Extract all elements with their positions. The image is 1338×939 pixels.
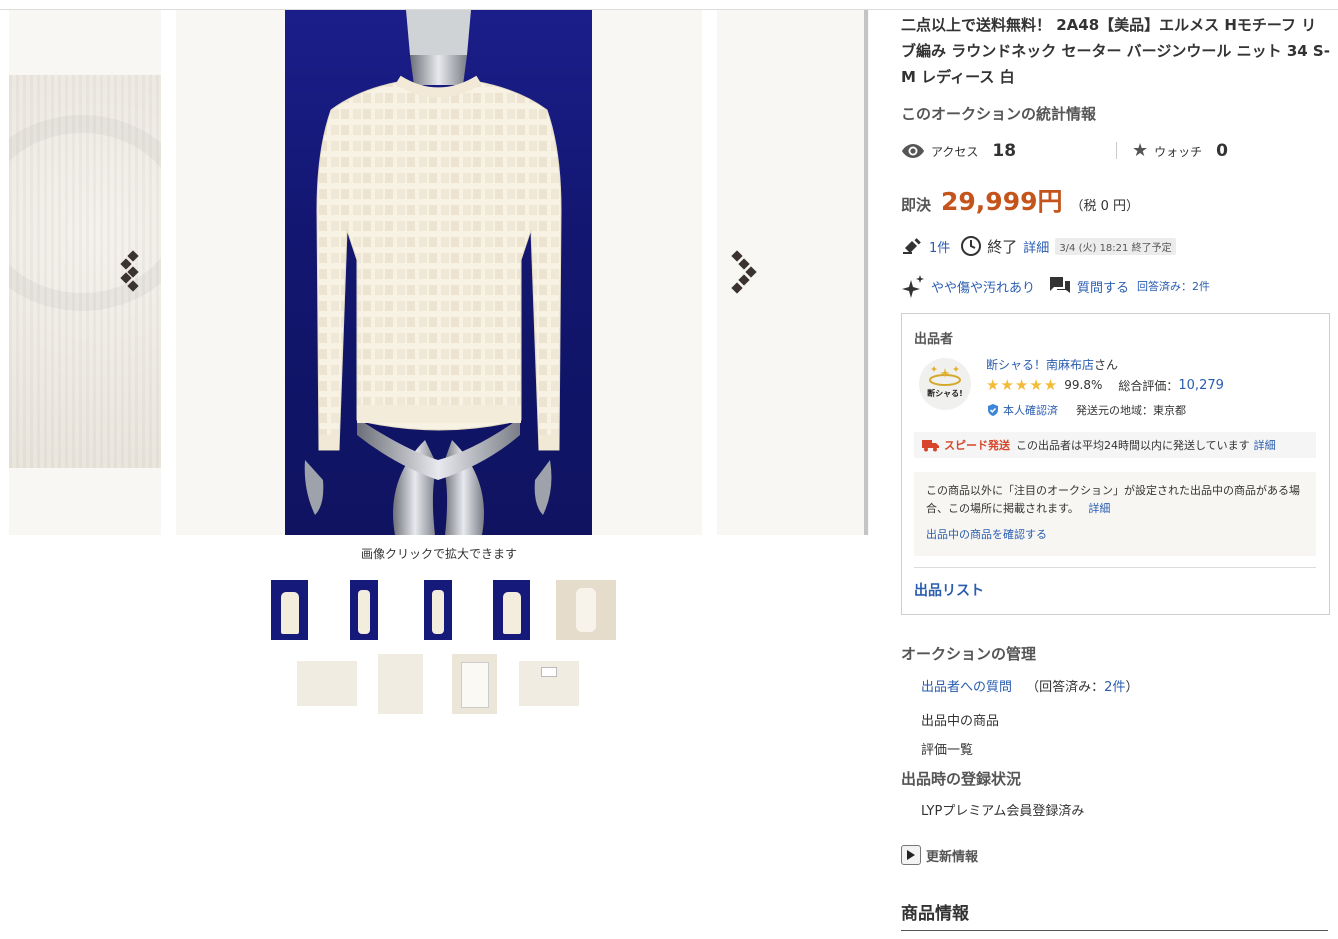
listing-list-link[interactable]: 出品リスト <box>914 580 984 600</box>
thumbnail-6[interactable] <box>297 661 357 706</box>
thumbnail-4[interactable] <box>493 580 530 640</box>
check-listings-link[interactable]: 出品中の商品を確認する <box>926 526 1047 544</box>
product-info-heading: 商品情報 <box>901 904 969 924</box>
star-icon: ★ <box>1132 140 1149 161</box>
listing-link[interactable]: 出品中の商品 <box>921 710 999 729</box>
seller-divider <box>914 567 1316 568</box>
thumbnail-7[interactable] <box>378 654 423 714</box>
play-icon <box>901 845 921 865</box>
gavel-icon <box>903 238 921 254</box>
end-detail-link[interactable]: 詳細 <box>1023 237 1049 256</box>
tax-note: （税 0 円） <box>1070 199 1140 214</box>
bid-info-row: 1件 終了 詳細 3/4 (火) 18:21 終了予定 <box>901 235 1176 257</box>
seller-heading: 出品者 <box>914 332 954 347</box>
seller-name-suffix: さん <box>1094 358 1119 372</box>
speed-shipping-bar: スピード発送 この出品者は平均24時間以内に発送しています 詳細 <box>914 432 1316 458</box>
gallery-slide-main[interactable] <box>176 10 702 535</box>
seller-verify-row: 本人確認済 発送元の地域：東京都 <box>986 402 1186 418</box>
notice-text: この商品以外に「注目のオークション」が設定された出品中の商品がある場合、この場所… <box>926 484 1300 515</box>
watch-stat: ★ ウォッチ 0 <box>1132 140 1228 162</box>
speed-label: スピード発送 <box>944 439 1010 452</box>
registration-heading: 出品時の登録状況 <box>901 770 1022 788</box>
sparkle-icon <box>902 275 924 298</box>
registration-value: LYPプレミアム会員登録済み <box>921 804 1085 819</box>
featured-notice: この商品以外に「注目のオークション」が設定された出品中の商品がある場合、この場所… <box>914 472 1316 556</box>
seller-rating-row: ★★★★★ 99.8% 総合評価： 10,279 <box>986 376 1224 394</box>
seller-box: 出品者 断シャる! 断シャる！南麻布店さん ★★★★★ 99.8% 総合評価： … <box>901 313 1330 615</box>
answered-prefix: （回答済み： <box>1026 680 1105 695</box>
rating-list-link[interactable]: 評価一覧 <box>921 739 973 758</box>
condition-row: やや傷や汚れあり 質問する 回答済み：2件 <box>901 274 1210 298</box>
access-label: アクセス <box>931 144 979 159</box>
update-info-toggle[interactable]: 更新情報 <box>901 845 978 865</box>
eye-icon <box>902 144 924 158</box>
watch-value: 0 <box>1216 141 1228 161</box>
notice-text-block: この商品以外に「注目のオークション」が設定された出品中の商品がある場合、この場所… <box>926 482 1306 518</box>
notice-detail-link[interactable]: 詳細 <box>1088 502 1110 515</box>
thumbnail-2[interactable] <box>350 580 378 640</box>
top-border <box>0 0 1338 10</box>
rating-label: 総合評価： <box>1118 378 1179 393</box>
thumbnail-8[interactable] <box>452 654 497 714</box>
clock-icon <box>961 236 982 256</box>
seller-question-link[interactable]: 出品者への質問 <box>921 680 1012 695</box>
truck-icon <box>922 440 939 452</box>
product-main-image[interactable] <box>285 10 592 535</box>
ask-question-link[interactable]: 質問する <box>1077 277 1129 296</box>
seller-name-link[interactable]: 断シャる！南麻布店 <box>986 358 1094 372</box>
question-row: 出品者への質問 （回答済み：2件） <box>921 676 1138 695</box>
thumbnail-5[interactable] <box>556 580 616 640</box>
speed-text: この出品者は平均24時間以内に発送しています <box>1016 439 1250 452</box>
price-row: 即決 29,999円 （税 0 円） <box>901 182 1139 218</box>
item-title: 二点以上で送料無料！ 2A48【美品】エルメス Hモチーフ リブ編み ラウンドネ… <box>901 16 1330 86</box>
stat-divider <box>1116 142 1117 159</box>
access-stat: アクセス 18 <box>901 140 1016 162</box>
thumbnail-1[interactable] <box>271 580 308 640</box>
buy-now-label: 即決 <box>901 196 932 214</box>
end-time-badge: 3/4 (火) 18:21 終了予定 <box>1055 237 1176 255</box>
watch-label: ウォッチ <box>1154 144 1203 159</box>
seller-logo: 断シャる! <box>919 358 971 410</box>
thumbnail-3[interactable] <box>424 580 452 640</box>
zoom-hint-text: 画像クリックで拡大できます <box>360 547 517 561</box>
speed-detail-link[interactable]: 詳細 <box>1254 437 1276 453</box>
rating-stars-icon: ★★★★★ <box>986 376 1059 394</box>
condition-link[interactable]: やや傷や汚れあり <box>931 277 1035 296</box>
management-heading: オークションの管理 <box>901 645 1037 663</box>
seller-name-row: 断シャる！南麻布店さん <box>986 356 1118 373</box>
update-label: 更新情報 <box>926 849 979 865</box>
bid-count-link[interactable]: 1件 <box>929 237 950 256</box>
price-value: 29,999円 <box>941 187 1063 216</box>
access-value: 18 <box>992 141 1017 161</box>
chat-bubble-icon <box>1050 277 1071 293</box>
chevron-right-icon[interactable] <box>727 250 767 294</box>
answered-suffix: ） <box>1125 680 1139 695</box>
verified-link[interactable]: 本人確認済 <box>1003 402 1058 418</box>
shield-check-icon <box>988 404 998 416</box>
seller-avatar[interactable]: 断シャる! <box>919 358 971 410</box>
stats-heading: このオークションの統計情報 <box>901 105 1097 123</box>
chevron-left-icon[interactable] <box>116 250 156 294</box>
ship-origin: 発送元の地域：東京都 <box>1076 404 1186 417</box>
positive-rate: 99.8% <box>1064 378 1103 392</box>
end-status: 終了 <box>987 237 1018 256</box>
product-info-divider <box>901 930 1328 931</box>
gallery-scrollbar[interactable] <box>864 10 868 535</box>
mannequin-sweater-illustration <box>304 10 562 535</box>
answered-count-link[interactable]: 2件 <box>1104 680 1125 695</box>
svg-text:断シャる!: 断シャる! <box>927 388 963 398</box>
rating-value-link[interactable]: 10,279 <box>1178 378 1224 393</box>
thumbnail-9[interactable] <box>519 661 579 706</box>
answered-count[interactable]: 回答済み：2件 <box>1137 278 1210 294</box>
